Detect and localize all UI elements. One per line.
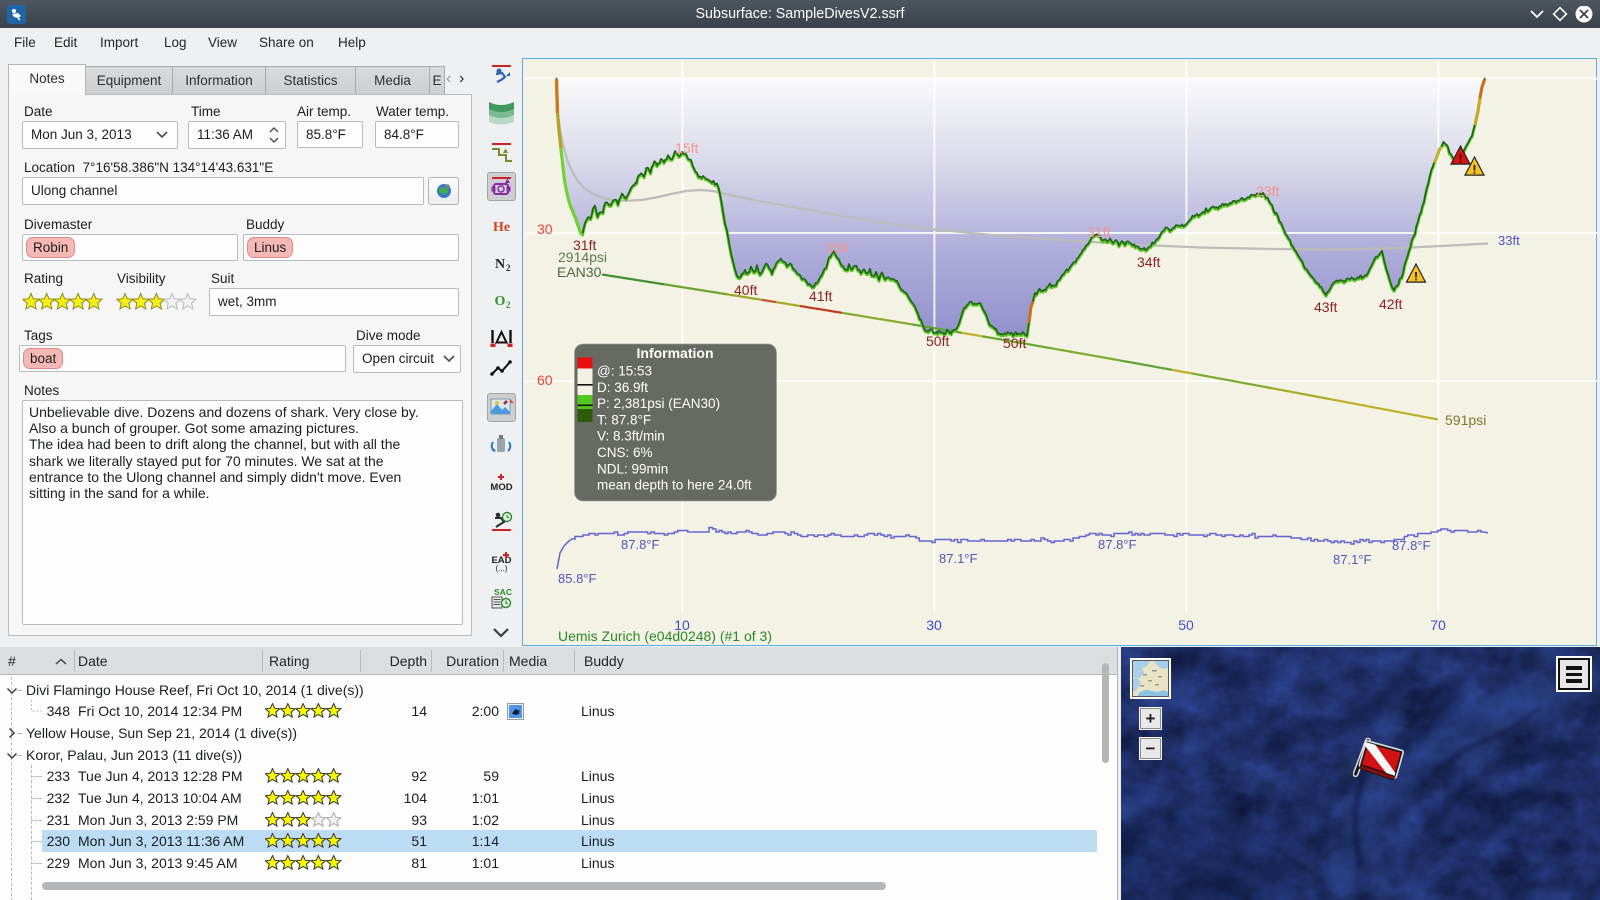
svg-text:50ft: 50ft bbox=[926, 333, 949, 349]
svg-text:mean depth to here 24.0ft: mean depth to here 24.0ft bbox=[597, 478, 752, 493]
svg-text:O: O bbox=[495, 294, 506, 309]
svg-text:Information: Information bbox=[637, 345, 714, 361]
svg-text:87.8°F: 87.8°F bbox=[1098, 537, 1137, 552]
svg-text:40ft: 40ft bbox=[734, 282, 757, 298]
svg-text:MOD: MOD bbox=[490, 482, 512, 493]
svg-text:85.8°F: 85.8°F bbox=[558, 571, 597, 586]
svg-text:30: 30 bbox=[926, 617, 942, 633]
svg-text:D: 36.9ft: D: 36.9ft bbox=[597, 380, 648, 395]
svg-text:34ft: 34ft bbox=[1137, 254, 1160, 270]
svg-text:Uemis Zurich (e04d0248) (#1 of: Uemis Zurich (e04d0248) (#1 of 3) bbox=[558, 628, 772, 644]
svg-text:He: He bbox=[493, 220, 510, 235]
svg-text:V: 8.3ft/min: V: 8.3ft/min bbox=[597, 429, 665, 444]
svg-text:P: 2,381psi (EAN30): P: 2,381psi (EAN30) bbox=[597, 396, 720, 411]
svg-text:41ft: 41ft bbox=[809, 288, 832, 304]
svg-text:(...): (...) bbox=[496, 564, 508, 573]
svg-text:87.1°F: 87.1°F bbox=[939, 551, 978, 566]
svg-text:!: ! bbox=[1473, 162, 1477, 176]
svg-text:CNS: 6%: CNS: 6% bbox=[597, 445, 653, 460]
svg-text:SAC: SAC bbox=[494, 587, 512, 597]
svg-text:35ft: 35ft bbox=[826, 240, 849, 256]
svg-text:EAN30: EAN30 bbox=[557, 264, 602, 280]
svg-text:31ft: 31ft bbox=[1087, 224, 1110, 240]
svg-text:23ft: 23ft bbox=[1256, 183, 1279, 199]
svg-text:591psi: 591psi bbox=[1445, 412, 1486, 428]
svg-text:2: 2 bbox=[506, 263, 511, 273]
svg-text:42ft: 42ft bbox=[1379, 296, 1402, 312]
svg-text:87.8°F: 87.8°F bbox=[1392, 538, 1431, 553]
svg-text:@: 15:53: @: 15:53 bbox=[597, 364, 652, 379]
svg-text:2: 2 bbox=[506, 300, 511, 310]
svg-text:N: N bbox=[495, 257, 505, 272]
svg-text:87.1°F: 87.1°F bbox=[1333, 552, 1372, 567]
svg-text:!: ! bbox=[1459, 151, 1463, 165]
svg-text:33ft: 33ft bbox=[1498, 233, 1520, 248]
svg-text:30: 30 bbox=[537, 221, 553, 237]
svg-text:NDL: 99min: NDL: 99min bbox=[597, 461, 668, 476]
svg-text:43ft: 43ft bbox=[1314, 299, 1337, 315]
svg-text:2914psi: 2914psi bbox=[558, 249, 607, 265]
svg-text:50ft: 50ft bbox=[1003, 335, 1026, 351]
svg-text:T: 87.8°F: T: 87.8°F bbox=[597, 412, 651, 427]
svg-text:87.8°F: 87.8°F bbox=[621, 537, 660, 552]
svg-text:60: 60 bbox=[537, 372, 553, 388]
svg-text:50: 50 bbox=[1178, 617, 1194, 633]
svg-text:!: ! bbox=[1414, 269, 1418, 283]
svg-text:15ft: 15ft bbox=[675, 140, 698, 156]
svg-text:70: 70 bbox=[1430, 617, 1446, 633]
